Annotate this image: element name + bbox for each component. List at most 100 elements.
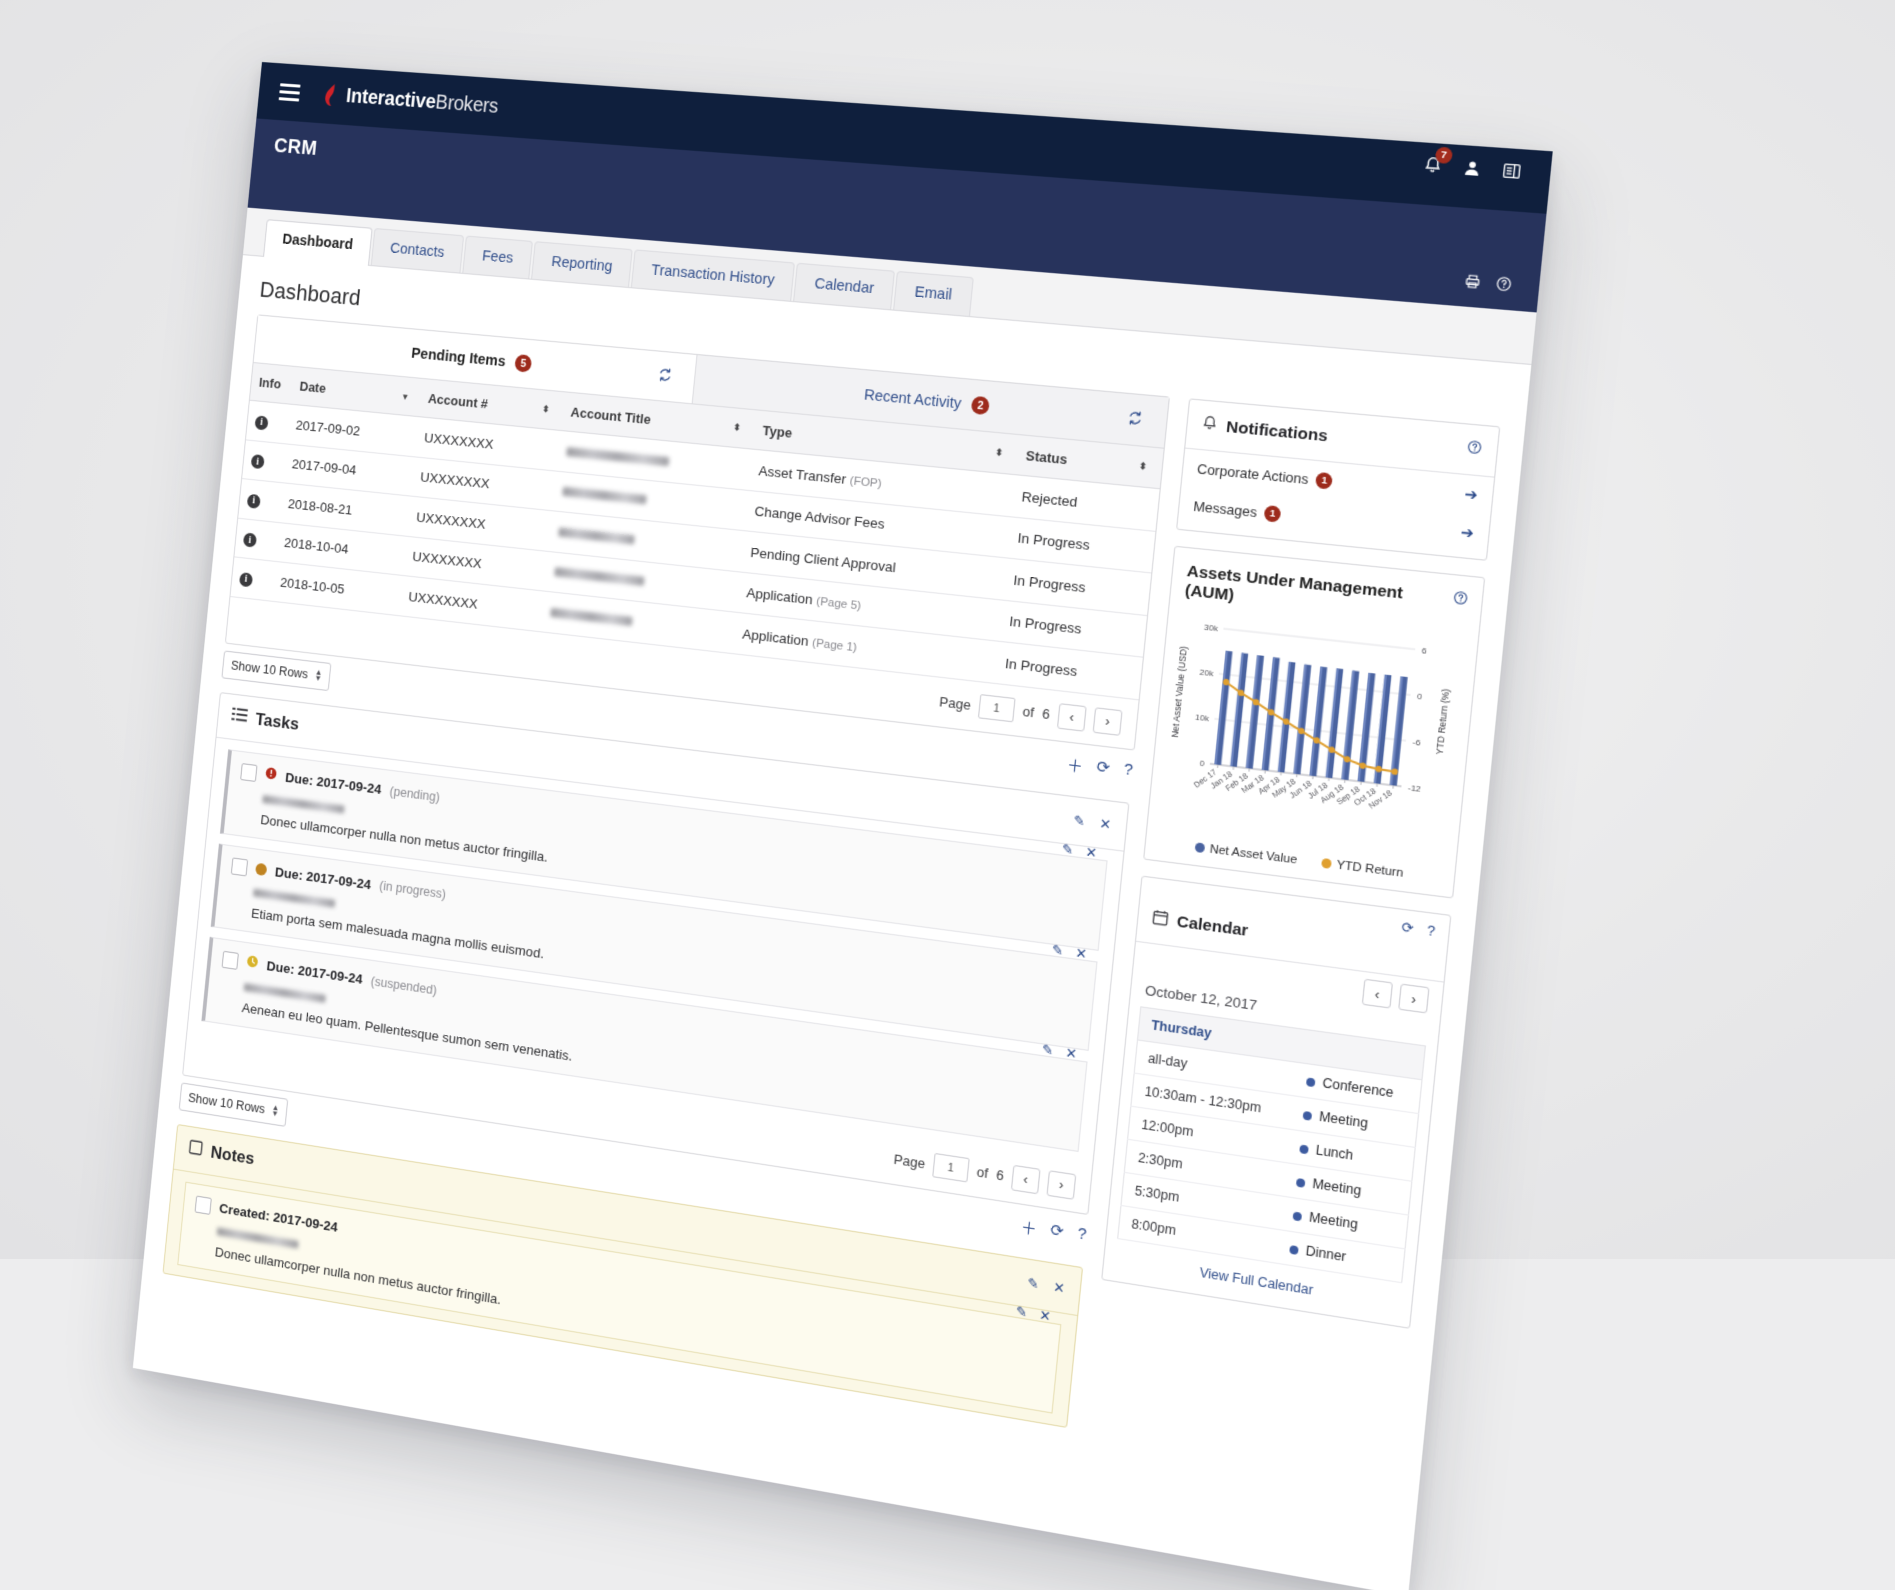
close-x-icon[interactable]: ✕ [1053,1278,1066,1297]
aum-chart: 010k20k30k60-6-12Dec 17Jan 18Feb 18Mar 1… [1147,599,1479,869]
pencil-icon[interactable]: ✎ [1073,812,1086,830]
info-icon[interactable]: i [243,532,257,547]
next-page-button[interactable]: › [1046,1170,1076,1200]
page-of-label: of [976,1164,989,1182]
refresh-icon[interactable]: ⟳ [1401,919,1415,938]
svg-text:30k: 30k [1204,623,1219,634]
task-state: (pending) [389,784,440,805]
legend-ytd-return: YTD Return [1320,857,1403,880]
page-content: Dashboard Pending Items 5 [140,255,1531,1515]
tab-calendar[interactable]: Calendar [794,263,896,310]
task-checkbox[interactable] [231,857,248,876]
help-circle-icon[interactable]: ? [1076,1224,1087,1248]
refresh-icon[interactable]: ⟳ [1096,757,1111,781]
svg-text:0: 0 [1417,692,1424,703]
refresh-icon[interactable] [1126,409,1144,431]
bell-icon[interactable]: 7 [1423,154,1444,175]
help-circle-icon[interactable] [1466,439,1484,461]
rows-per-page-select[interactable]: Show 10 Rows ▲▼ [221,650,331,691]
pencil-icon[interactable]: ✎ [1051,941,1064,958]
tab-fees[interactable]: Fees [462,236,533,279]
interactive-brokers-logo[interactable]: InteractiveBrokers [323,83,500,119]
col-date-label: Date [299,379,327,396]
pencil-icon[interactable]: ✎ [1015,1302,1028,1320]
close-x-icon[interactable]: ✕ [1085,843,1098,860]
info-cell[interactable]: i [238,479,282,523]
aum-card: Assets Under Management (AUM) 010k20k30k… [1143,546,1485,899]
refresh-icon[interactable]: ⟳ [1049,1220,1064,1244]
user-icon[interactable] [1462,158,1482,178]
info-icon[interactable]: i [239,572,253,587]
panel-toggle-icon[interactable] [1501,161,1522,181]
calendar-next-button[interactable]: › [1398,984,1429,1014]
prev-page-button[interactable]: ‹ [1057,703,1087,732]
pencil-icon[interactable]: ✎ [1061,840,1074,857]
calendar-prev-button[interactable]: ‹ [1362,979,1393,1009]
close-x-icon[interactable]: ✕ [1099,815,1112,833]
task-state: (in progress) [379,878,447,901]
page-input[interactable] [932,1153,970,1183]
recent-activity-label: Recent Activity [863,386,962,412]
close-x-icon[interactable]: ✕ [1065,1044,1078,1061]
list-icon [231,706,249,728]
calendar-events-table: Thursday all-dayConference 10:30am - 12:… [1117,1006,1426,1283]
arrow-right-circle-icon[interactable]: ➔ [1460,523,1475,543]
help-circle-icon[interactable]: ? [1426,922,1436,940]
note-icon [188,1139,204,1161]
alert-exclamation-icon [264,766,278,785]
info-cell[interactable]: i [246,400,290,443]
add-item-icon[interactable]: ＋ [1066,753,1084,777]
screenshot-stage: InteractiveBrokers CRM 7 [0,0,1895,1259]
sort-both-icon: ⬍ [1138,460,1147,472]
svg-text:-12: -12 [1407,783,1421,794]
redacted-task-owner [253,888,336,907]
pencil-icon[interactable]: ✎ [1041,1041,1054,1058]
ib-flame-logo-icon [323,83,341,107]
hamburger-menu-icon[interactable] [279,83,301,101]
chevron-updown-icon: ▲▼ [314,669,323,682]
event-dot-icon [1302,1111,1312,1121]
print-icon[interactable] [1464,273,1482,291]
task-item-tools: ✎✕ [1061,840,1097,860]
help-circle-icon[interactable] [1495,275,1513,293]
page-label: Page [893,1151,926,1171]
info-icon[interactable]: i [247,493,261,508]
info-icon[interactable]: i [254,415,268,430]
add-item-icon[interactable]: ＋ [1020,1216,1038,1241]
task-checkbox[interactable] [240,763,257,782]
redacted-account-title [550,608,633,626]
prev-page-button[interactable]: ‹ [1011,1164,1041,1194]
event-dot-icon [1296,1178,1306,1188]
pencil-icon[interactable]: ✎ [1026,1274,1039,1293]
pending-items-label: Pending Items [411,345,507,370]
tab-contacts[interactable]: Contacts [371,228,465,273]
svg-text:0: 0 [1199,759,1205,769]
info-icon[interactable]: i [251,454,265,469]
crm-application-window: InteractiveBrokers CRM 7 [133,62,1553,1590]
info-cell[interactable]: i [234,518,278,562]
page-input[interactable] [978,694,1016,722]
help-circle-icon[interactable] [1438,574,1484,613]
main-column: Pending Items 5 [161,314,1170,1443]
page-of-label: of [1022,703,1035,720]
notifications-card: Notifications Corporate Actions 1 ➔ [1176,398,1500,561]
calendar-title: Calendar [1176,913,1249,942]
notes-title: Notes [210,1142,255,1169]
refresh-icon[interactable] [657,366,674,387]
info-cell[interactable]: i [230,557,274,601]
help-circle-icon[interactable]: ? [1123,760,1134,783]
clock-icon [245,954,259,974]
tab-email[interactable]: Email [894,271,974,316]
dot-filled-icon [255,863,267,876]
calendar-card: ⟳ ? Calendar [1101,876,1451,1329]
close-x-icon[interactable]: ✕ [1039,1306,1052,1324]
svg-text:10k: 10k [1195,713,1210,724]
task-checkbox[interactable] [222,951,239,970]
next-page-button[interactable]: › [1093,707,1123,736]
event-dot-icon [1289,1245,1299,1255]
arrow-right-circle-icon[interactable]: ➔ [1464,485,1479,505]
close-x-icon[interactable]: ✕ [1075,944,1088,961]
note-checkbox[interactable] [195,1195,212,1214]
event-dot-icon [1299,1144,1309,1154]
info-cell[interactable]: i [242,439,286,482]
